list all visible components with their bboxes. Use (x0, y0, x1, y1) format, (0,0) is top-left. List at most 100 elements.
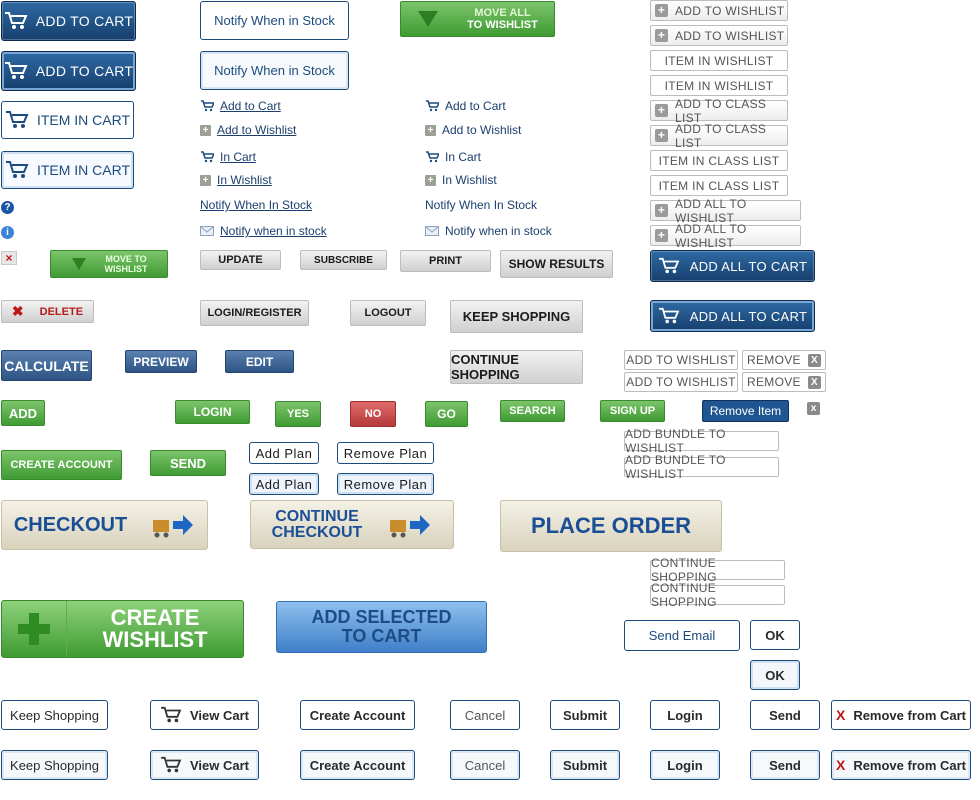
close-icon[interactable]: x (807, 402, 820, 415)
add-all-to-wishlist-small[interactable]: + ADD ALL TO WISHLIST (650, 197, 801, 225)
submit-button[interactable]: Submit (550, 700, 620, 730)
cart-icon (201, 100, 214, 112)
calculate-button[interactable]: CALCULATE (1, 350, 92, 381)
cancel-button-hover[interactable]: Cancel (450, 750, 520, 780)
move-to-wishlist-button[interactable]: MOVE TO WISHLIST (50, 250, 168, 278)
keep-shopping-std-button[interactable]: Keep Shopping (1, 700, 108, 730)
send-email-button[interactable]: Send Email (624, 620, 740, 651)
add-all-to-cart-button[interactable]: ADD ALL TO CART (650, 250, 815, 282)
login-button[interactable]: LOGIN (175, 400, 250, 424)
notify-when-in-stock-button-hover[interactable]: Notify When in Stock (200, 51, 349, 90)
send-std-button-hover[interactable]: Send (750, 750, 820, 780)
cart-arrow-icon (390, 514, 431, 537)
continue-shopping-button[interactable]: CONTINUE SHOPPING (450, 350, 583, 384)
go-button[interactable]: GO (425, 401, 468, 427)
show-results-button[interactable]: SHOW RESULTS (500, 250, 613, 278)
remove-from-cart-button[interactable]: X Remove from Cart (831, 700, 971, 730)
login-std-button-hover[interactable]: Login (650, 750, 720, 780)
ok-button-hover[interactable]: OK (750, 660, 800, 690)
plain-add-to-wishlist[interactable]: + Add to Wishlist (425, 123, 521, 137)
create-account-std-button-hover[interactable]: Create Account (300, 750, 415, 780)
checkout-button[interactable]: CHECKOUT (1, 500, 208, 550)
add-to-wishlist-small-3[interactable]: ADD TO WISHLIST (624, 350, 738, 370)
sign-up-button[interactable]: SIGN UP (600, 400, 665, 422)
plain-notify-when-in-stock[interactable]: Notify When In Stock (425, 198, 537, 212)
link-add-to-wishlist[interactable]: + Add to Wishlist (200, 123, 296, 137)
login-std-button[interactable]: Login (650, 700, 720, 730)
cancel-button[interactable]: Cancel (450, 700, 520, 730)
continue-checkout-line1: CONTINUE (275, 507, 359, 525)
link-notify-when-in-stock[interactable]: Notify When In Stock (200, 198, 312, 212)
create-wishlist-button[interactable]: CREATE WISHLIST (1, 600, 244, 658)
subscribe-button[interactable]: SUBSCRIBE (300, 250, 387, 270)
remove-from-cart-button-hover[interactable]: X Remove from Cart (831, 750, 971, 780)
logout-button[interactable]: LOGOUT (350, 300, 426, 326)
continue-shopping-small-2[interactable]: CONTINUE SHOPPING (650, 581, 785, 609)
plain-add-to-cart[interactable]: Add to Cart (425, 99, 506, 113)
login-register-button[interactable]: LOGIN/REGISTER (200, 300, 309, 326)
continue-shopping-small[interactable]: CONTINUE SHOPPING (650, 556, 785, 584)
submit-button-hover[interactable]: Submit (550, 750, 620, 780)
add-all-to-cart-button-hover[interactable]: ADD ALL TO CART (650, 300, 815, 332)
remove-small-button-2[interactable]: REMOVE x (742, 372, 826, 392)
send-std-button[interactable]: Send (750, 700, 820, 730)
add-to-cart-label: ADD TO CART (35, 13, 134, 29)
plain-notify-when-in-stock-email[interactable]: Notify when in stock (425, 224, 552, 238)
remove-plan-button[interactable]: Remove Plan (337, 442, 434, 464)
move-all-to-wishlist-button[interactable]: MOVE ALL TO WISHLIST (400, 1, 555, 37)
keep-shopping-button[interactable]: KEEP SHOPPING (450, 300, 583, 333)
add-button[interactable]: ADD (1, 400, 45, 426)
link-in-wishlist[interactable]: + In Wishlist (200, 173, 272, 187)
yes-button[interactable]: YES (275, 401, 321, 427)
view-cart-button-hover[interactable]: View Cart (150, 750, 259, 780)
plus-icon: + (655, 29, 668, 42)
cart-icon (4, 62, 28, 79)
add-to-cart-button[interactable]: ADD TO CART (1, 1, 136, 41)
search-button[interactable]: SEARCH (500, 400, 565, 422)
plus-icon: + (655, 129, 668, 142)
delete-button[interactable]: ✖ DELETE (1, 300, 94, 323)
preview-button[interactable]: PREVIEW (125, 350, 197, 373)
add-bundle-to-wishlist-small-2[interactable]: ADD BUNDLE TO WISHLIST (624, 453, 779, 481)
add-to-cart-button-hover[interactable]: ADD TO CART (1, 51, 136, 91)
close-icon[interactable]: × (1, 251, 17, 265)
add-selected-line1: ADD SELECTED (311, 607, 452, 627)
no-button[interactable]: NO (350, 401, 396, 427)
update-button[interactable]: UPDATE (200, 250, 281, 270)
remove-small-button[interactable]: REMOVE x (742, 350, 826, 370)
question-icon[interactable]: ? (1, 201, 14, 214)
item-in-cart-button[interactable]: ITEM IN CART (1, 101, 134, 139)
info-icon[interactable]: i (1, 226, 14, 239)
edit-button[interactable]: EDIT (225, 350, 294, 373)
continue-checkout-button[interactable]: CONTINUE CHECKOUT (250, 500, 454, 549)
link-in-cart[interactable]: In Cart (200, 150, 256, 164)
cart-icon (426, 100, 439, 112)
close-icon: x (808, 376, 821, 389)
notify-when-in-stock-button[interactable]: Notify When in Stock (200, 1, 349, 40)
create-account-button[interactable]: CREATE ACCOUNT (1, 450, 122, 480)
link-notify-when-in-stock-email[interactable]: Notify when in stock (200, 224, 327, 238)
create-account-std-button[interactable]: Create Account (300, 700, 415, 730)
place-order-button[interactable]: PLACE ORDER (500, 500, 722, 552)
link-add-to-cart[interactable]: Add to Cart (200, 99, 281, 113)
add-plan-button[interactable]: Add Plan (249, 442, 319, 464)
continue-checkout-line2: CHECKOUT (271, 523, 363, 541)
remove-item-button[interactable]: Remove Item (702, 400, 789, 422)
print-button[interactable]: PRINT (400, 250, 491, 272)
send-button[interactable]: SEND (150, 450, 226, 476)
keep-shopping-std-button-hover[interactable]: Keep Shopping (1, 750, 108, 780)
remove-plan-button-hover[interactable]: Remove Plan (337, 473, 434, 495)
add-to-class-list-small[interactable]: + ADD TO CLASS LIST (650, 97, 788, 125)
add-to-class-list-small-2[interactable]: + ADD TO CLASS LIST (650, 122, 788, 150)
add-selected-to-cart-button[interactable]: ADD SELECTED TO CART (276, 601, 487, 653)
add-all-to-wishlist-small-2[interactable]: + ADD ALL TO WISHLIST (650, 222, 801, 250)
plus-icon: + (200, 174, 211, 186)
item-in-cart-button-hover[interactable]: ITEM IN CART (1, 151, 134, 189)
ok-button[interactable]: OK (750, 620, 800, 650)
add-bundle-to-wishlist-small[interactable]: ADD BUNDLE TO WISHLIST (624, 427, 779, 455)
add-to-wishlist-small-2[interactable]: + ADD TO WISHLIST (650, 25, 788, 46)
add-to-wishlist-small-4[interactable]: ADD TO WISHLIST (624, 372, 738, 392)
add-to-wishlist-small[interactable]: + ADD TO WISHLIST (650, 0, 788, 21)
add-plan-button-hover[interactable]: Add Plan (249, 473, 319, 495)
view-cart-button[interactable]: View Cart (150, 700, 259, 730)
